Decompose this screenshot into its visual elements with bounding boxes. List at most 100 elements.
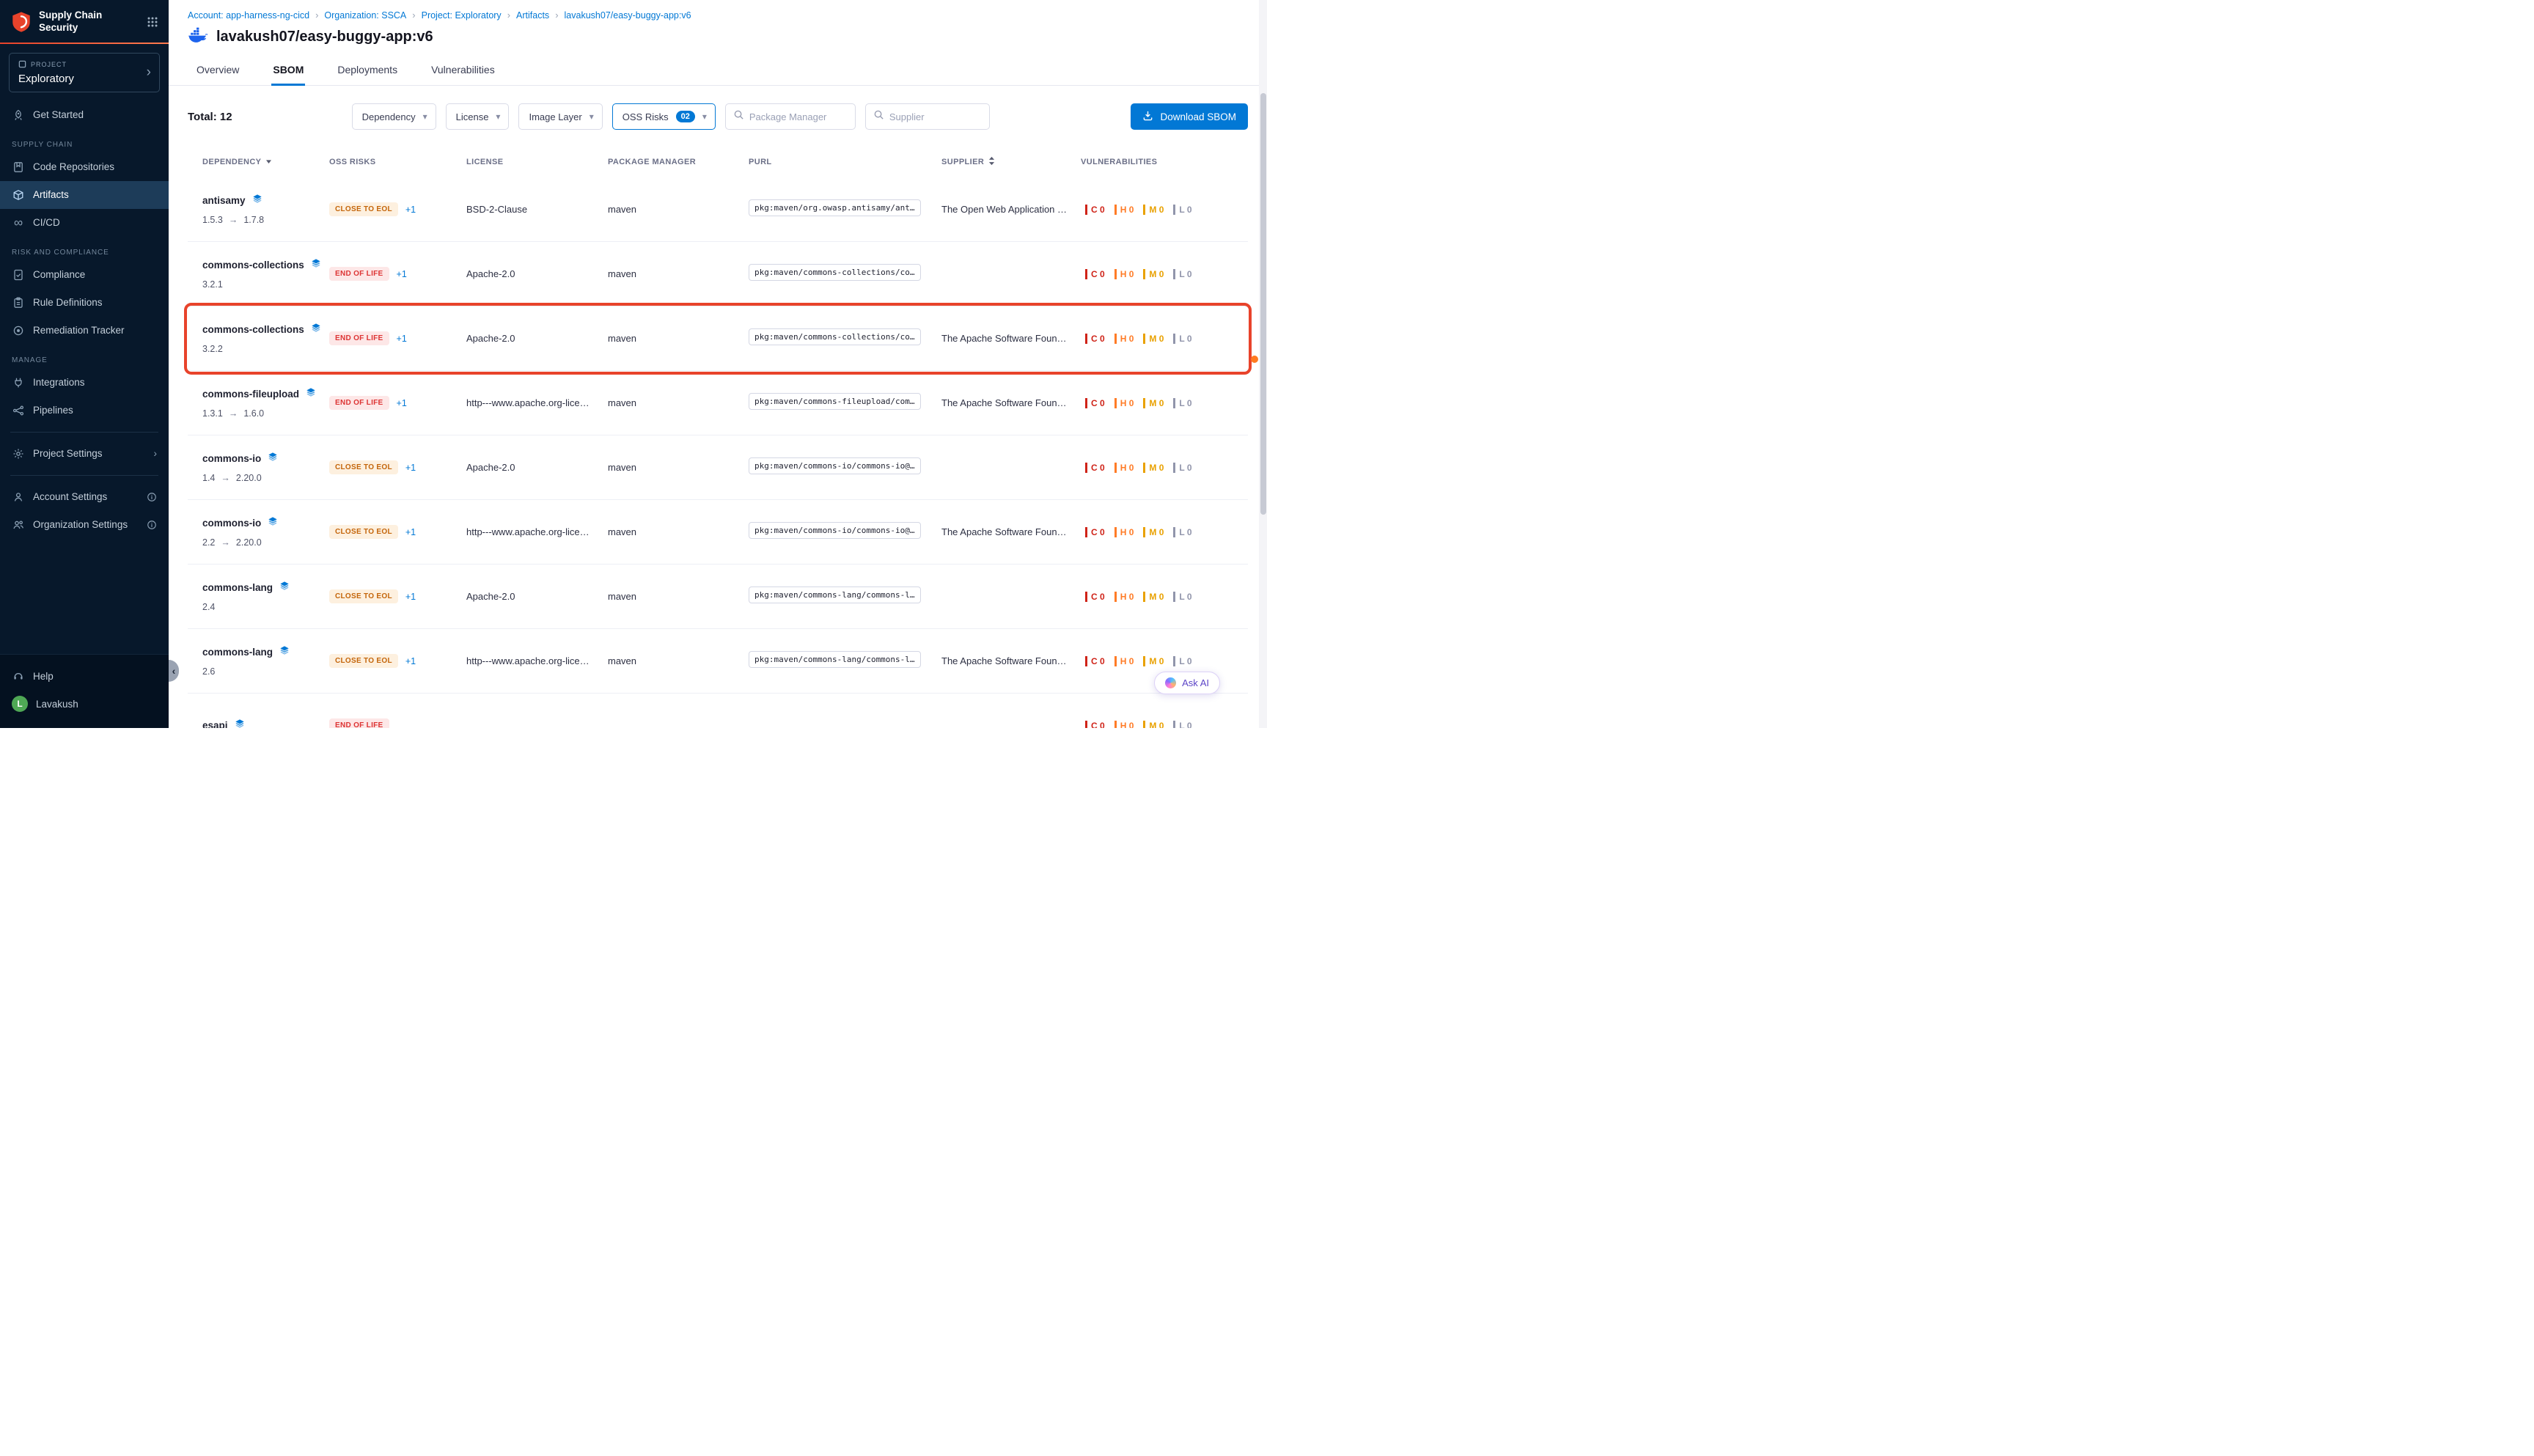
risk-more-link[interactable]: +1 (405, 205, 416, 215)
sidebar-item-get-started[interactable]: Get Started (0, 101, 169, 129)
table-row[interactable]: commons-collections 3.2.2 END OF LIFE +1… (188, 306, 1248, 371)
user-settings-icon (12, 491, 25, 503)
license-value: Apache-2.0 (466, 462, 608, 473)
severity-count-c: C 0 (1085, 721, 1105, 729)
sbom-content: Total: 12 Dependency ▾ License ▾ Image L… (169, 86, 1267, 728)
dependency-filter-select[interactable]: Dependency ▾ (352, 103, 436, 130)
tab-deployments[interactable]: Deployments (336, 56, 399, 85)
purl-value[interactable]: pkg:maven/commons-lang/commons-l… (749, 651, 921, 668)
purl-value[interactable]: pkg:maven/commons-fileupload/com… (749, 393, 921, 410)
purl-cell: pkg:maven/commons-lang/commons-l… (749, 651, 941, 672)
sidebar-divider (10, 432, 158, 433)
vulnerability-counts: C 0H 0M 0L 0 (1081, 592, 1248, 602)
supplier-value: The Apache Software Foun… (941, 655, 1081, 666)
table-row[interactable]: commons-collections 3.2.1 END OF LIFE +1… (188, 242, 1248, 306)
purl-value[interactable]: pkg:maven/commons-io/commons-io@… (749, 457, 921, 474)
project-selector[interactable]: PROJECT Exploratory › (9, 53, 160, 92)
table-row[interactable]: commons-lang 2.6 CLOSE TO EOL +1 http---… (188, 629, 1248, 694)
breadcrumb-project[interactable]: Project: Exploratory (422, 10, 502, 21)
table-row[interactable]: commons-io 1.4 → 2.20.0 CLOSE TO EOL +1 … (188, 435, 1248, 500)
module-grid-icon[interactable] (147, 16, 158, 28)
dependency-name: commons-lang (202, 647, 273, 658)
sidebar-item-cicd[interactable]: ∞ CI/CD (0, 209, 169, 237)
scrollbar-track[interactable] (1259, 0, 1267, 728)
avatar: L (12, 696, 28, 712)
ask-ai-button[interactable]: Ask AI (1154, 672, 1220, 694)
dependency-version: 1.3.1 → 1.6.0 (202, 408, 329, 419)
image-layer-filter-select[interactable]: Image Layer ▾ (518, 103, 602, 130)
sidebar-item-artifacts[interactable]: Artifacts (0, 181, 169, 209)
info-icon (147, 520, 157, 530)
column-header-supplier[interactable]: SUPPLIER (941, 156, 1081, 168)
breadcrumb-artifacts[interactable]: Artifacts (516, 10, 549, 21)
chevron-right-icon: › (315, 10, 318, 21)
table-header: DEPENDENCY OSS RISKS LICENSE PACKAGE MAN… (188, 149, 1248, 177)
purl-value[interactable]: pkg:maven/commons-collections/co… (749, 264, 921, 281)
filter-toolbar: Total: 12 Dependency ▾ License ▾ Image L… (188, 103, 1248, 130)
sidebar-item-code-repositories[interactable]: Code Repositories (0, 153, 169, 181)
sidebar-item-pipelines[interactable]: Pipelines (0, 397, 169, 424)
supplier-search-input[interactable] (889, 111, 982, 122)
tab-sbom[interactable]: SBOM (271, 56, 305, 85)
risk-badge: END OF LIFE (329, 396, 389, 410)
risk-more-link[interactable]: +1 (405, 656, 416, 666)
license-value: Apache-2.0 (466, 591, 608, 602)
dependency-cell: commons-io 1.4 → 2.20.0 (188, 452, 329, 483)
dependency-version: 1.4 → 2.20.0 (202, 473, 329, 483)
severity-count-l: L 0 (1173, 721, 1191, 729)
oss-risks-cell: END OF LIFE +1 (329, 267, 466, 281)
license-value: http---www.apache.org-lice… (466, 655, 608, 666)
license-filter-select[interactable]: License ▾ (446, 103, 510, 130)
oss-risks-filter-select[interactable]: OSS Risks 02 ▾ (612, 103, 716, 130)
sidebar-item-help[interactable]: Help (0, 662, 169, 690)
purl-value[interactable]: pkg:maven/commons-collections/co… (749, 328, 921, 345)
chevron-right-icon: › (555, 10, 558, 21)
user-menu[interactable]: L Lavakush (0, 690, 169, 718)
vulnerability-counts: C 0H 0M 0L 0 (1081, 463, 1248, 473)
table-row[interactable]: commons-lang 2.4 CLOSE TO EOL +1 Apache-… (188, 565, 1248, 629)
sidebar-item-rule-definitions[interactable]: Rule Definitions (0, 289, 169, 317)
risk-more-link[interactable]: +1 (397, 334, 407, 344)
package-manager-value: maven (608, 333, 749, 344)
scrollbar-thumb[interactable] (1260, 93, 1266, 515)
breadcrumb-account[interactable]: Account: app-harness-ng-cicd (188, 10, 309, 21)
table-row[interactable]: commons-io 2.2 → 2.20.0 CLOSE TO EOL +1 … (188, 500, 1248, 565)
sidebar-item-account-settings[interactable]: Account Settings (0, 483, 169, 511)
tab-vulnerabilities[interactable]: Vulnerabilities (430, 56, 496, 85)
purl-cell: pkg:maven/org.owasp.antisamy/ant… (749, 199, 941, 220)
purl-cell: pkg:maven/commons-lang/commons-l… (749, 587, 941, 607)
sidebar-item-integrations[interactable]: Integrations (0, 369, 169, 397)
table-row[interactable]: esapi END OF LIFE C 0H 0M 0L 0 (188, 694, 1248, 728)
breadcrumb-organization[interactable]: Organization: SSCA (324, 10, 406, 21)
purl-value[interactable]: pkg:maven/commons-io/commons-io@… (749, 522, 921, 539)
app-title: Supply Chain Security (39, 10, 140, 34)
risk-more-link[interactable]: +1 (405, 592, 416, 602)
sidebar-item-compliance[interactable]: Compliance (0, 261, 169, 289)
risk-more-link[interactable]: +1 (405, 463, 416, 473)
layers-icon (306, 387, 316, 401)
chevron-down-icon: ▾ (702, 111, 707, 122)
table-row[interactable]: commons-fileupload 1.3.1 → 1.6.0 END OF … (188, 371, 1248, 435)
ai-sparkle-icon (1165, 677, 1176, 688)
section-label-manage: MANAGE (0, 345, 169, 369)
risk-badge: CLOSE TO EOL (329, 460, 398, 474)
purl-value[interactable]: pkg:maven/org.owasp.antisamy/ant… (749, 199, 921, 216)
sidebar-item-organization-settings[interactable]: Organization Settings (0, 511, 169, 539)
column-header-dependency[interactable]: DEPENDENCY (188, 158, 329, 166)
sidebar-item-remediation-tracker[interactable]: Remediation Tracker (0, 317, 169, 345)
sidebar-item-project-settings[interactable]: Project Settings › (0, 440, 169, 468)
dependency-cell: commons-lang 2.6 (188, 645, 329, 677)
risk-more-link[interactable]: +1 (397, 398, 407, 408)
supplier-value: The Open Web Application … (941, 204, 1081, 215)
risk-more-link[interactable]: +1 (397, 269, 407, 279)
download-sbom-button[interactable]: Download SBOM (1131, 103, 1248, 130)
purl-value[interactable]: pkg:maven/commons-lang/commons-l… (749, 587, 921, 603)
table-row[interactable]: antisamy 1.5.3 → 1.7.8 CLOSE TO EOL +1 B… (188, 177, 1248, 242)
sidebar-item-label: Rule Definitions (33, 297, 103, 308)
breadcrumb-artifact-name[interactable]: lavakush07/easy-buggy-app:v6 (565, 10, 691, 21)
select-label: OSS Risks (623, 111, 669, 122)
tab-overview[interactable]: Overview (195, 56, 240, 85)
organization-icon (12, 519, 25, 531)
package-manager-search-input[interactable] (749, 111, 848, 122)
risk-more-link[interactable]: +1 (405, 527, 416, 537)
